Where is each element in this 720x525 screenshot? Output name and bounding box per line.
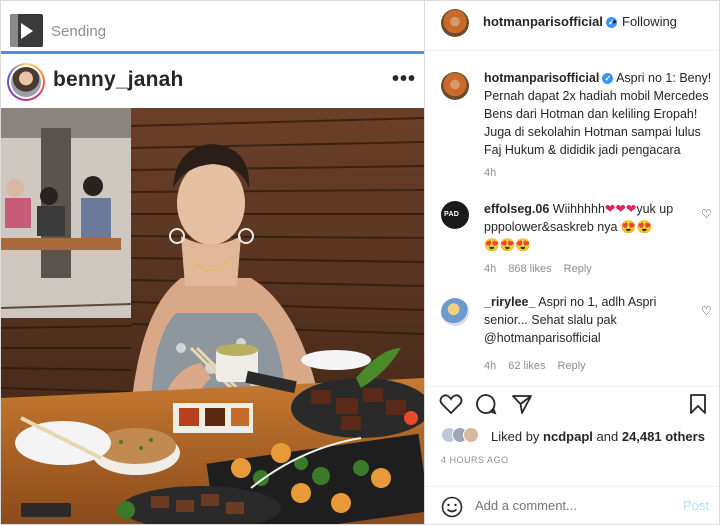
like-heart-icon[interactable] [439,393,463,415]
author-username[interactable]: hotmanparisofficial ✓ [483,14,617,29]
add-comment-input[interactable] [475,498,665,513]
comment-text: Wiihhhhh [552,202,605,216]
following-button[interactable]: Following [622,14,677,29]
comment-item: effolseg.06 Wiihhhhh❤❤❤yuk up pppolower&… [484,200,694,254]
bookmark-save-icon[interactable] [689,393,707,415]
post-header: benny_janah ••• [1,56,424,108]
caption-author[interactable]: hotmanparisofficial [484,71,599,85]
liked-by-user[interactable]: ncdpapl [543,429,593,444]
upload-progress-bar [1,51,424,54]
post-comment-button[interactable]: Post [683,498,709,513]
comment-meta: 4h 868 likes Reply [484,263,592,275]
thumbnail-edge [10,14,18,47]
comment-time[interactable]: 4h [484,360,496,372]
comment-likes[interactable]: 868 likes [508,263,551,275]
emoji-picker-icon[interactable] [441,496,463,518]
verified-badge-icon: ✓ [602,73,614,84]
instagram-window: Sending benny_janah ••• hotmanparisoffic… [0,0,720,525]
liker-avatar[interactable] [463,427,479,443]
post-author-header: hotmanparisofficial ✓ • Following [425,1,719,51]
story-ring-avatar[interactable] [7,63,45,101]
more-horizontal-icon[interactable]: ••• [392,68,416,91]
commenter-avatar[interactable]: PAD [441,201,469,229]
post-time-ago[interactable]: 4 HOURS AGO [441,455,509,465]
comment-item: _rirylee_ Aspri no 1, adlh Aspri senior.… [484,293,694,347]
author-avatar[interactable] [441,9,469,37]
commenter-avatar[interactable] [441,298,469,326]
reply-button[interactable]: Reply [564,263,592,275]
avatar [11,67,41,97]
heart-emoji-icon: ❤❤❤ [604,202,637,216]
like-comment-heart-icon[interactable]: ♡ [701,304,712,318]
upload-status-bar: Sending [1,1,424,56]
separator-dot: • [612,14,617,29]
reply-button[interactable]: Reply [558,360,586,372]
post-action-bar [425,386,719,420]
liked-by-text: Liked by ncdpapl and 24,481 others [491,429,705,444]
post-photo[interactable] [1,108,424,524]
comment-bubble-icon[interactable] [475,393,497,415]
post-caption: hotmanparisofficial ✓ Aspri no 1: Beny! P… [484,69,712,159]
restaurant-photo-illustration [1,108,424,524]
upload-status-text: Sending [51,23,107,40]
like-comment-heart-icon[interactable]: ♡ [701,207,712,221]
comment-username[interactable]: _rirylee_ [484,295,535,309]
heart-eyes-emoji-icon: 😍😍😍 [484,238,531,252]
caption-timestamp[interactable]: 4h [484,167,496,179]
liked-by-count[interactable]: 24,481 others [622,429,705,444]
post-username[interactable]: benny_janah [53,68,184,92]
comment-meta: 4h 62 likes Reply [484,360,586,372]
caption-author-avatar[interactable] [441,72,469,100]
media-panel: Sending benny_janah ••• [1,1,425,524]
upload-progress-fill [1,51,424,54]
comment-text-continued: yuk [636,202,656,216]
share-send-icon[interactable] [511,393,533,415]
comment-likes[interactable]: 62 likes [508,360,545,372]
heart-eyes-emoji-icon: 😍😍 [620,220,653,234]
add-comment-bar: Post [425,486,719,524]
post-details-panel: hotmanparisofficial ✓ • Following hotmanp… [425,1,719,524]
comment-username[interactable]: effolseg.06 [484,202,549,216]
play-icon [21,23,33,39]
liked-by-row: Liked by ncdpapl and 24,481 others [441,427,711,447]
comment-time[interactable]: 4h [484,263,496,275]
upload-thumbnail[interactable] [10,14,43,47]
